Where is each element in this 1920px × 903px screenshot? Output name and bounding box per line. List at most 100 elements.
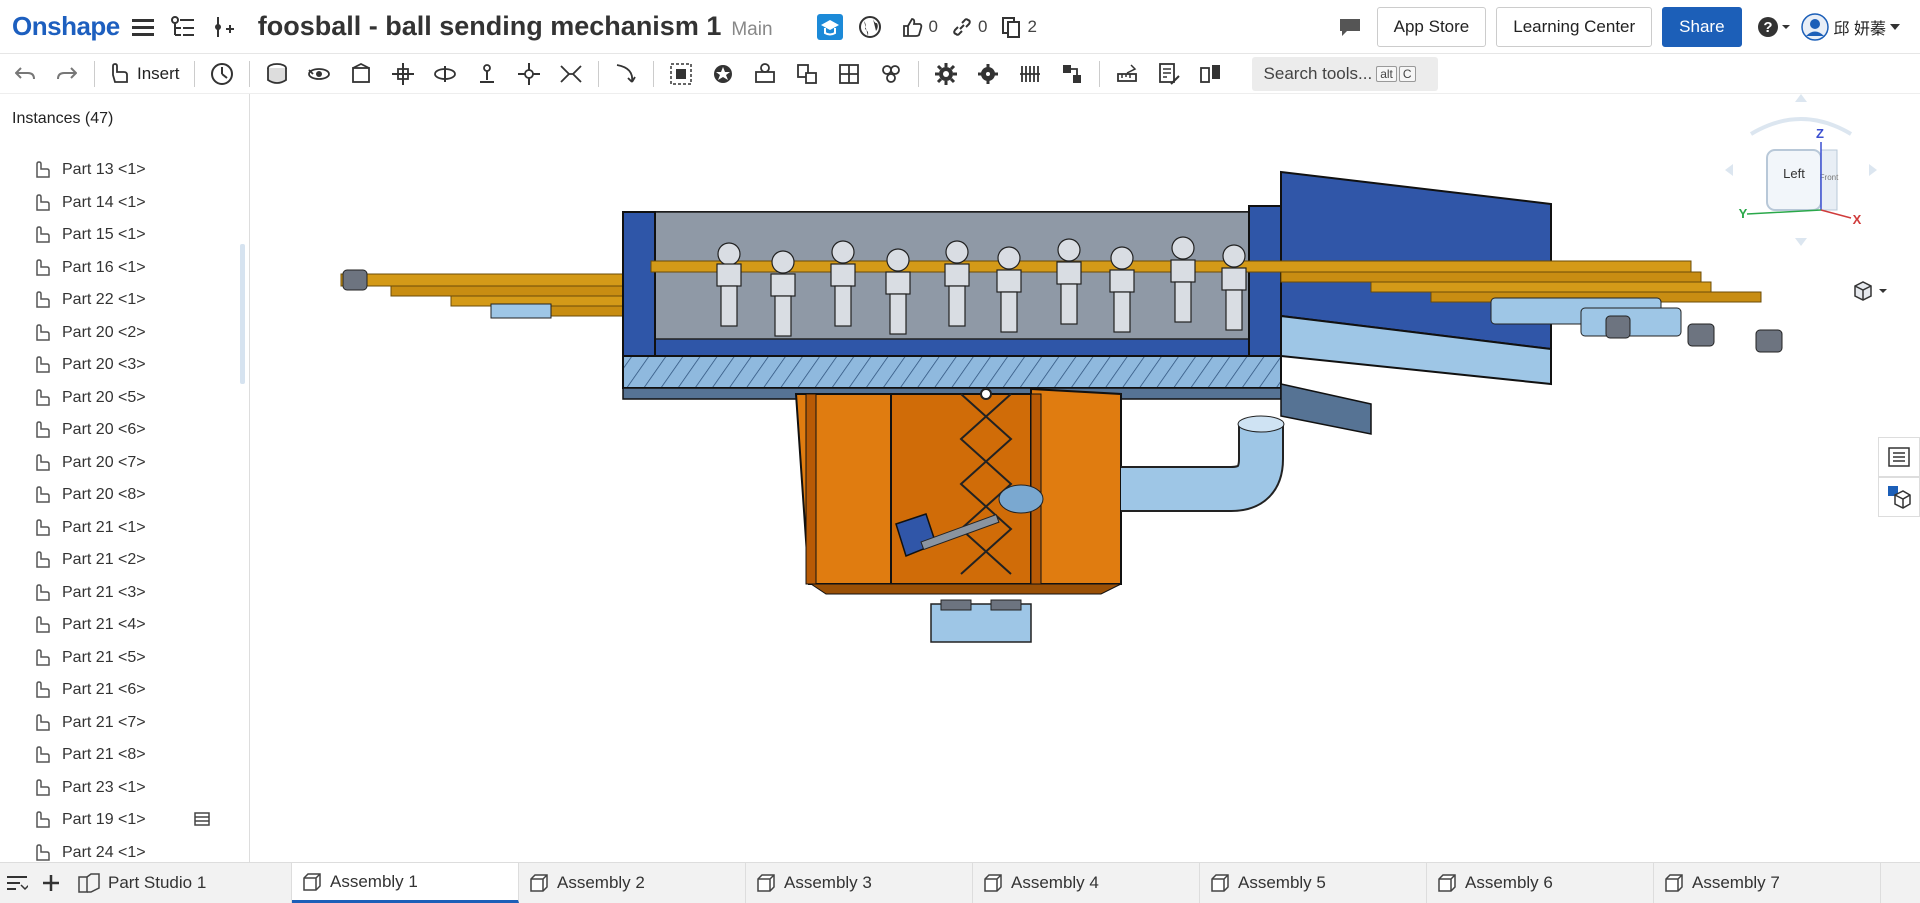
insert-version-icon[interactable] xyxy=(206,10,240,44)
redo-icon[interactable] xyxy=(50,57,84,91)
copies-icon[interactable] xyxy=(1001,16,1021,38)
tab-assembly-6[interactable]: Assembly 6 xyxy=(1427,863,1654,903)
pin-slot-mate-icon[interactable] xyxy=(470,57,504,91)
appearance-panel-icon[interactable] xyxy=(1878,477,1920,517)
instance-item[interactable]: Part 21 <3> xyxy=(0,577,240,610)
top-bar: Onshape foosball - ball sending mechanis… xyxy=(0,0,1920,54)
parallel-mate-icon[interactable] xyxy=(554,57,588,91)
graphics-area[interactable]: Left Front Z Y X xyxy=(251,94,1920,862)
linear-relation-icon[interactable] xyxy=(1055,57,1089,91)
revolute-mate-icon[interactable] xyxy=(302,57,336,91)
instance-item[interactable]: Part 13 <1> xyxy=(0,154,240,187)
screw-relation-icon[interactable] xyxy=(1013,57,1047,91)
app-store-button[interactable]: App Store xyxy=(1376,7,1487,47)
instance-item[interactable]: Part 20 <3> xyxy=(0,349,240,382)
instance-item[interactable]: Part 21 <8> xyxy=(0,739,240,772)
tab-part-studio-1[interactable]: Part Studio 1 xyxy=(68,863,292,903)
instance-item[interactable]: Part 19 <1> xyxy=(0,804,240,837)
bom-icon[interactable] xyxy=(1152,57,1186,91)
relation-icon[interactable] xyxy=(748,57,782,91)
replicate-icon[interactable] xyxy=(832,57,866,91)
part-icon xyxy=(34,486,50,504)
likes-group[interactable]: 0 xyxy=(901,16,938,38)
view-cube-left-face[interactable]: Left xyxy=(1783,166,1805,181)
link-icon[interactable] xyxy=(952,17,972,37)
copies-group[interactable]: 2 xyxy=(1001,16,1037,38)
ball-mate-icon[interactable] xyxy=(512,57,546,91)
instance-item[interactable]: Part 15 <1> xyxy=(0,219,240,252)
gear-icon[interactable] xyxy=(929,57,963,91)
instance-item[interactable]: Part 16 <1> xyxy=(0,252,240,285)
exploded-view-icon[interactable] xyxy=(1194,57,1228,91)
feature-list-icon[interactable] xyxy=(166,10,200,44)
view-cube-front-face[interactable]: Front xyxy=(1820,173,1839,182)
learning-cap-icon[interactable] xyxy=(813,10,847,44)
instance-item[interactable]: Part 14 <1> xyxy=(0,187,240,220)
instance-item[interactable]: Part 21 <4> xyxy=(0,609,240,642)
onshape-logo[interactable]: Onshape xyxy=(12,11,120,42)
instance-item[interactable]: Part 20 <2> xyxy=(0,317,240,350)
part-icon xyxy=(34,811,50,829)
insert-button[interactable]: Insert xyxy=(109,62,180,85)
instance-item[interactable]: Part 21 <1> xyxy=(0,512,240,545)
instance-item[interactable]: Part 24 <1> xyxy=(0,837,240,863)
instance-item[interactable]: Part 20 <5> xyxy=(0,382,240,415)
instance-item[interactable]: Part 21 <6> xyxy=(0,674,240,707)
instance-item[interactable]: Part 22 <1> xyxy=(0,284,240,317)
clock-icon[interactable] xyxy=(205,57,239,91)
fastened-mate-icon[interactable] xyxy=(260,57,294,91)
comments-icon[interactable] xyxy=(1333,10,1367,44)
shortcut-key-alt: alt xyxy=(1376,65,1397,82)
document-title[interactable]: foosball - ball sending mechanism 1 xyxy=(258,11,722,42)
divider xyxy=(193,60,195,87)
tab-manager-icon[interactable] xyxy=(0,863,34,903)
help-icon[interactable]: ? xyxy=(1754,10,1794,44)
instance-item[interactable]: Part 21 <2> xyxy=(0,544,240,577)
tab-assembly-3[interactable]: Assembly 3 xyxy=(746,863,973,903)
panel-scrollbar[interactable] xyxy=(240,244,245,384)
group-icon[interactable] xyxy=(706,57,740,91)
planar-mate-icon[interactable] xyxy=(386,57,420,91)
view-options-icon[interactable] xyxy=(1851,280,1891,306)
branch-name[interactable]: Main xyxy=(731,13,772,41)
instance-item[interactable]: Part 20 <8> xyxy=(0,479,240,512)
learning-center-button[interactable]: Learning Center xyxy=(1496,7,1653,47)
rack-pinion-icon[interactable] xyxy=(971,57,1005,91)
view-cube[interactable]: Left Front Z Y X xyxy=(1701,94,1901,274)
tab-assembly-7[interactable]: Assembly 7 xyxy=(1654,863,1881,903)
share-button[interactable]: Share xyxy=(1662,7,1742,47)
mate-connector-icon[interactable] xyxy=(664,57,698,91)
part-icon xyxy=(34,681,50,699)
measure-icon[interactable] xyxy=(1110,57,1144,91)
add-tab-icon[interactable] xyxy=(34,863,68,903)
gear-relation-icon[interactable] xyxy=(790,57,824,91)
part-icon xyxy=(34,161,50,179)
tab-assembly-4[interactable]: Assembly 4 xyxy=(973,863,1200,903)
assembly-model[interactable] xyxy=(251,94,1920,862)
search-tools-input[interactable]: Search tools... alt C xyxy=(1251,56,1438,91)
tab-assembly-5[interactable]: Assembly 5 xyxy=(1200,863,1427,903)
instance-item[interactable]: Part 20 <7> xyxy=(0,447,240,480)
cylindrical-mate-icon[interactable] xyxy=(428,57,462,91)
tangent-mate-icon[interactable] xyxy=(609,57,643,91)
tab-assembly-1[interactable]: Assembly 1 xyxy=(292,863,519,903)
tab-assembly-2[interactable]: Assembly 2 xyxy=(519,863,746,903)
section-view-icon[interactable] xyxy=(194,812,210,826)
user-menu[interactable]: 邱 妍蓁 xyxy=(1834,15,1900,39)
avatar[interactable] xyxy=(1800,10,1830,44)
instance-item[interactable]: Part 23 <1> xyxy=(0,772,240,805)
instance-item[interactable]: Part 21 <7> xyxy=(0,707,240,740)
pattern-icon[interactable] xyxy=(874,57,908,91)
instance-label: Part 20 <3> xyxy=(62,356,146,374)
bom-panel-icon[interactable] xyxy=(1878,437,1920,477)
undo-icon[interactable] xyxy=(8,57,42,91)
globe-icon[interactable] xyxy=(853,10,887,44)
slider-mate-icon[interactable] xyxy=(344,57,378,91)
instance-item[interactable]: Part 21 <5> xyxy=(0,642,240,675)
likes-count: 0 xyxy=(928,16,939,36)
thumbs-up-icon[interactable] xyxy=(901,16,923,38)
insert-label: Insert xyxy=(137,63,180,83)
links-group[interactable]: 0 xyxy=(952,17,987,37)
menu-icon[interactable] xyxy=(126,10,160,44)
instance-item[interactable]: Part 20 <6> xyxy=(0,414,240,447)
